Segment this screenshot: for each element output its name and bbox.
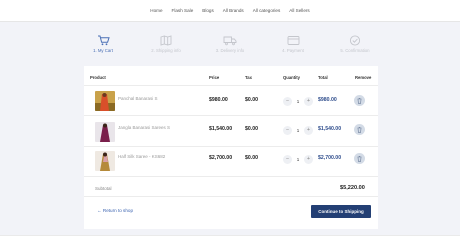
checkout-steps: 1. My Cart 2. Shipping info 3. Delivery … (0, 35, 460, 59)
header-price: Price (209, 75, 220, 80)
step-payment[interactable]: 4. Payment (263, 35, 323, 53)
row-tax: $0.00 (245, 126, 258, 132)
step-my-cart[interactable]: 1. My Cart (73, 35, 133, 53)
remove-button[interactable] (354, 124, 365, 135)
step-shipping-info[interactable]: 2. Shipping info (136, 35, 196, 53)
quantity-stepper: − 1 + (283, 96, 313, 106)
trash-icon (357, 97, 362, 104)
row-price: $2,700.00 (209, 155, 233, 161)
header-total: Total (318, 75, 328, 80)
increase-button[interactable]: + (303, 154, 313, 164)
product-thumbnail[interactable] (95, 91, 115, 111)
quantity-stepper: − 1 + (283, 154, 313, 164)
top-navigation: Home Flash Sale Blogs All Brands All cat… (0, 0, 460, 22)
header-product: Product (90, 75, 106, 80)
divider (84, 196, 378, 197)
credit-card-icon (287, 36, 299, 45)
divider (84, 115, 378, 116)
decrease-button[interactable]: − (283, 154, 292, 164)
decrease-button[interactable]: − (283, 96, 292, 106)
row-price: $980.00 (209, 97, 228, 103)
row-price: $1,540.00 (209, 126, 233, 132)
return-to-shop-link[interactable]: ← Return to shop (97, 208, 133, 213)
nav-all-categories[interactable]: All categories (253, 8, 281, 13)
product-name[interactable]: Jangla Banarasi Sarees S (118, 125, 170, 130)
header-tax: Tax (245, 75, 252, 80)
product-name[interactable]: Half Silk Saree - KS682 (118, 154, 165, 159)
remove-button[interactable] (354, 153, 365, 164)
step-label: 3. Delivery info (215, 48, 245, 53)
header-quantity: Quantity (283, 75, 300, 80)
step-confirmation[interactable]: 5. Confirmation (325, 35, 385, 53)
step-delivery-info[interactable]: 3. Delivery info (200, 35, 260, 53)
nav-flash-sale[interactable]: Flash Sale (172, 8, 194, 13)
product-thumbnail[interactable] (95, 151, 115, 171)
step-label: 4. Payment (282, 48, 304, 53)
quantity-value[interactable]: 1 (297, 128, 300, 133)
row-total: $2,700.00 (318, 155, 342, 161)
row-tax: $0.00 (245, 155, 258, 161)
divider (84, 146, 378, 147)
divider (84, 85, 378, 86)
check-circle-icon (349, 35, 361, 46)
product-thumbnail[interactable] (95, 122, 115, 142)
row-total: $980.00 (318, 97, 337, 103)
increase-button[interactable]: + (303, 125, 313, 135)
step-label: 5. Confirmation (340, 48, 370, 53)
divider (84, 176, 378, 177)
subtotal-value: $5,220.00 (340, 185, 365, 191)
footer (0, 235, 460, 240)
map-icon (160, 35, 172, 46)
delivery-truck-icon (223, 36, 237, 46)
row-tax: $0.00 (245, 97, 258, 103)
nav-all-sellers[interactable]: All Sellers (289, 8, 309, 13)
quantity-value[interactable]: 1 (297, 157, 300, 162)
remove-button[interactable] (354, 95, 365, 106)
trash-icon (357, 126, 362, 133)
arrow-left-icon: ← (97, 208, 102, 213)
subtotal-label: Subtotal (95, 186, 112, 191)
decrease-button[interactable]: − (283, 125, 292, 135)
nav-home[interactable]: Home (150, 8, 162, 13)
return-label: Return to shop (102, 208, 134, 213)
increase-button[interactable]: + (303, 96, 313, 106)
shopping-cart-icon (97, 35, 110, 46)
step-label: 1. My Cart (93, 48, 113, 53)
product-name[interactable]: Panchal Banarasi S (118, 96, 158, 101)
quantity-value[interactable]: 1 (297, 99, 300, 104)
step-label: 2. Shipping info (151, 48, 181, 53)
header-remove: Remove (355, 75, 372, 80)
nav-all-brands[interactable]: All Brands (223, 8, 244, 13)
trash-icon (357, 155, 362, 162)
continue-to-shipping-button[interactable]: Continue to Shipping (311, 205, 371, 218)
quantity-stepper: − 1 + (283, 125, 313, 135)
nav-blogs[interactable]: Blogs (202, 8, 214, 13)
row-total: $1,540.00 (318, 126, 342, 132)
